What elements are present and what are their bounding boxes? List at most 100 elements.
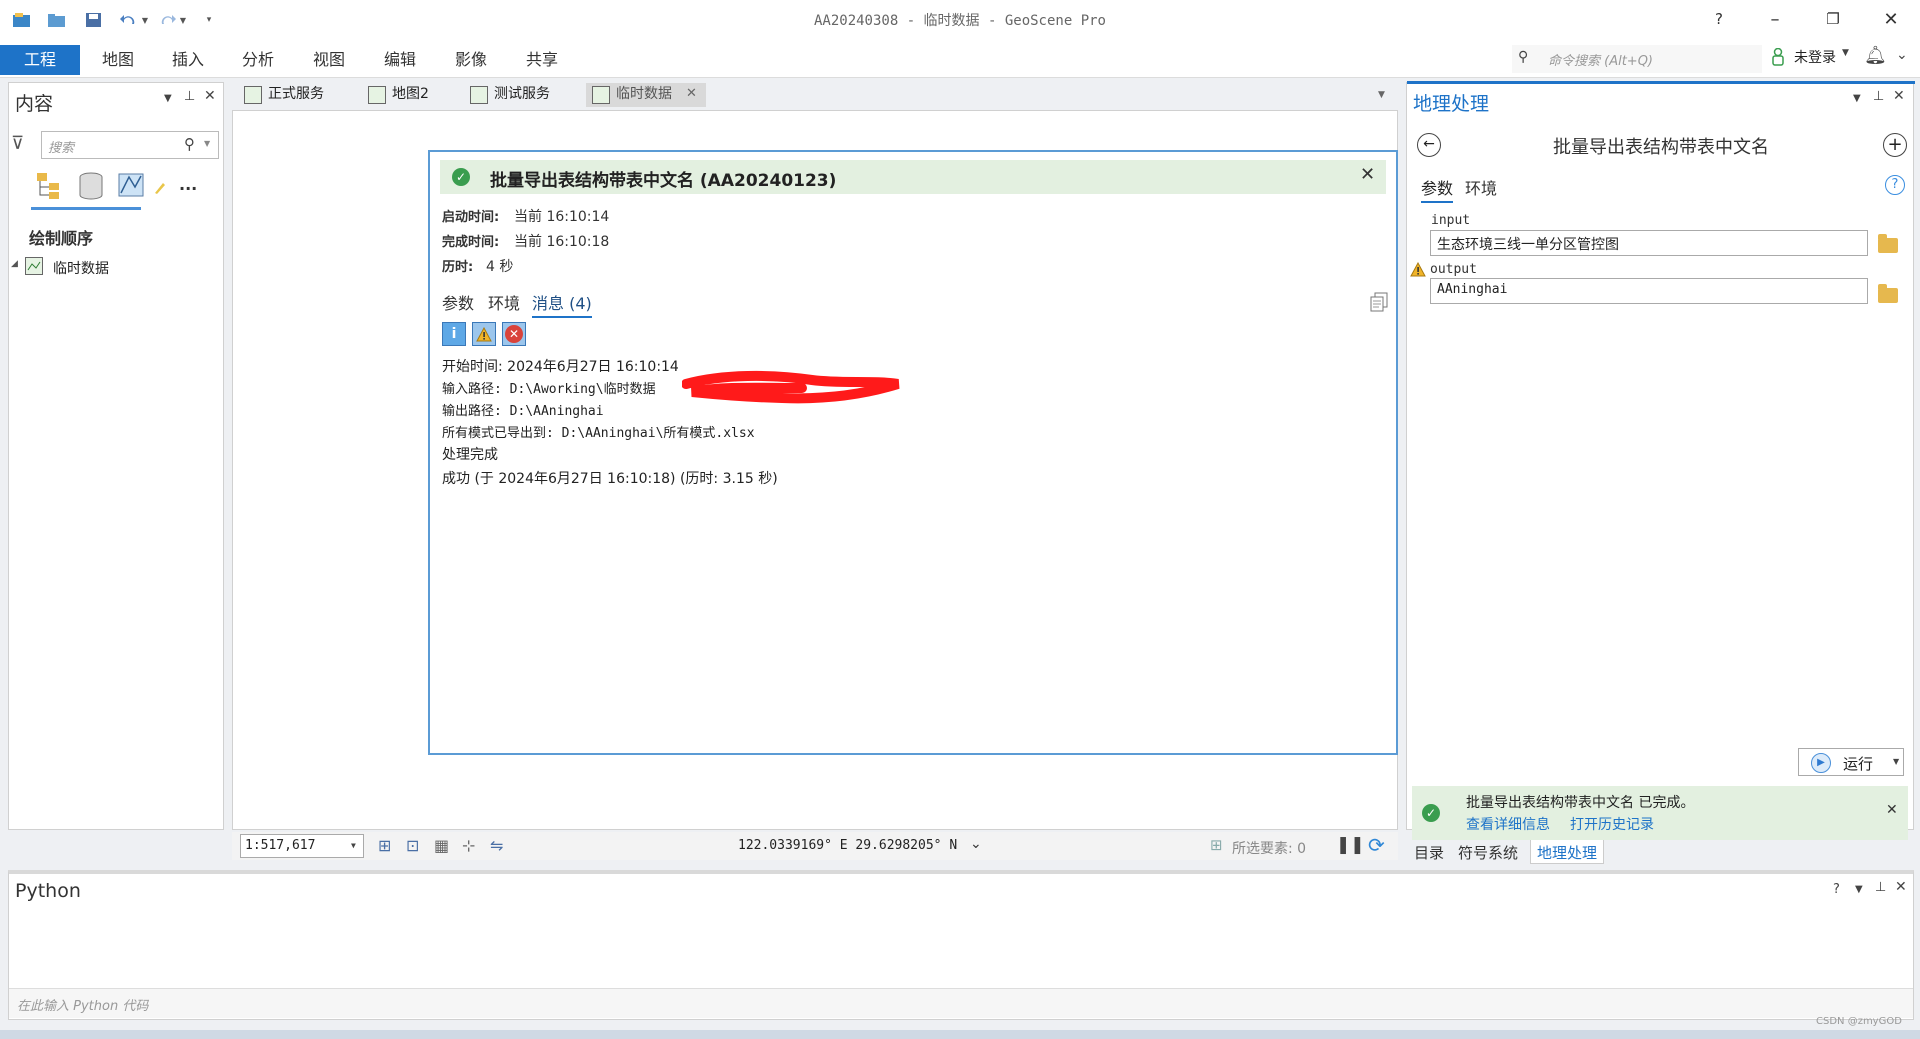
pane-options-icon[interactable]: ▼ [1855,884,1863,895]
filter-icon[interactable]: ⊽ [11,133,24,154]
ribbon: 工程 地图 插入 分析 视图 编辑 影像 共享 ⚲ 命令搜索 (Alt+Q) 未… [0,40,1920,78]
tab-symbology[interactable]: 符号系统 [1458,842,1518,863]
pane-options-icon[interactable]: ▼ [1853,93,1861,104]
command-search-input[interactable]: ⚲ 命令搜索 (Alt+Q) [1512,45,1762,73]
sign-in-button[interactable]: 未登录 [1794,47,1836,67]
error-filter-icon[interactable]: ✕ [502,322,526,346]
search-icon: ⚲ [1518,49,1529,65]
message-line: 成功 (于 2024年6月27日 16:10:18) (历时: 3.15 秒) [442,471,778,487]
run-dropdown-icon[interactable]: ▼ [1893,757,1899,766]
notification-bell-icon[interactable]: 🔔︎ [1864,45,1887,66]
tab-view[interactable]: 视图 [309,45,349,75]
list-by-editing-icon[interactable] [153,181,167,195]
expand-arrow-icon[interactable]: ◢ [11,259,18,269]
tab-edit[interactable]: 编辑 [380,45,420,75]
window-title: AA20240308 - 临时数据 - GeoScene Pro [813,13,1106,29]
pane-close-icon[interactable]: ✕ [1893,88,1905,104]
tool-name: 批量导出表结构带表中文名 [1553,137,1769,158]
list-by-drawing-order-icon[interactable] [35,171,63,201]
selected-features-icon: ⊞ [1210,836,1223,854]
pause-drawing-icon[interactable]: ❚❚ [1336,835,1365,855]
contents-title: 内容 [15,93,54,115]
open-history-link[interactable]: 打开历史记录 [1570,814,1654,834]
active-pane-indicator [1407,81,1915,84]
tabs-overflow-icon[interactable]: ▼ [1378,90,1385,100]
view-details-link[interactable]: 查看详细信息 [1466,814,1550,834]
pin-icon[interactable]: ⊥ [1873,89,1884,104]
tab-geoprocessing[interactable]: 地理处理 [1530,840,1605,864]
contents-pane: 内容 ▼ ⊥ ✕ ⊽ 搜索 ⚲ ▼ ... 绘制顺序 ◢ 临时数据 [8,82,224,830]
pane-options-icon[interactable]: ▼ [164,93,172,104]
banner-close-icon[interactable]: ✕ [1886,802,1898,818]
success-check-icon: ✓ [452,168,470,186]
contents-search-input[interactable]: 搜索 ⚲ ▼ [41,131,219,159]
tab-map[interactable]: 地图 [98,45,138,75]
tab-catalog[interactable]: 目录 [1414,842,1444,863]
python-help-icon[interactable]: ? [1833,882,1840,897]
pane-close-icon[interactable]: ✕ [1895,879,1907,895]
refresh-icon[interactable]: ⟳ [1368,833,1385,857]
geoprocessing-pane: 地理处理 ▼ ⊥ ✕ ← 批量导出表结构带表中文名 + 参数 环境 ? inpu… [1406,81,1915,830]
tab-imagery[interactable]: 影像 [451,45,491,75]
warning-filter-icon[interactable] [472,322,496,346]
completion-banner: ✓ 批量导出表结构带表中文名 已完成。 查看详细信息 打开历史记录 ✕ [1412,786,1908,840]
input-browse-folder-icon[interactable] [1878,234,1898,253]
message-line: 输出路径: D:\AAninghai [442,404,604,419]
dialog-tab-messages[interactable]: 消息 (4) [532,290,592,318]
tab-insert[interactable]: 插入 [168,45,208,75]
scale-ratio-icon[interactable]: ⊞ [378,836,391,855]
sign-in-dropdown-icon[interactable]: ▼ [1842,48,1849,58]
tab-label: 地图2 [392,86,429,102]
pin-icon[interactable]: ⊥ [184,89,195,104]
end-time-label: 完成时间: [442,235,500,250]
list-by-selection-icon[interactable] [117,171,145,201]
tab-analysis[interactable]: 分析 [238,45,278,75]
output-field[interactable]: AAninghai [1430,278,1868,304]
help-icon[interactable]: ? [1885,175,1905,195]
tab-test-service[interactable]: 测试服务 [464,83,550,107]
ribbon-collapse-icon[interactable]: ⌄ [1896,47,1908,63]
input-field[interactable]: 生态环境三线一单分区管控图 [1430,230,1868,256]
watermark: CSDN @zmyGOD [1816,1016,1902,1027]
message-line: 输入路径: D:\Aworking\临时数据 [442,382,656,397]
tab-temp-data[interactable]: 临时数据 ✕ [586,83,706,107]
elapsed-value: 4 秒 [486,259,514,275]
minimize-button[interactable]: – [1752,4,1798,34]
gp-tab-environments[interactable]: 环境 [1465,175,1497,199]
message-line: 所有模式已导出到: D:\AAninghai\所有模式.xlsx [442,426,755,441]
tab-close-icon[interactable]: ✕ [686,83,697,105]
tab-map2[interactable]: 地图2 [362,83,429,107]
help-button[interactable]: ? [1696,4,1742,34]
map-tab-icon [592,86,610,104]
gp-tab-parameters[interactable]: 参数 [1421,175,1454,203]
dialog-close-icon[interactable]: ✕ [1360,164,1375,185]
correction-icon[interactable]: ⇋ [490,836,503,855]
tab-project[interactable]: 工程 [0,45,80,75]
copy-messages-icon[interactable] [1370,292,1388,312]
add-tool-icon[interactable]: + [1883,133,1907,157]
pane-close-icon[interactable]: ✕ [204,88,216,104]
run-button[interactable]: ▶ 运行 ▼ [1798,748,1904,776]
output-browse-folder-icon[interactable] [1878,284,1898,303]
contents-search-dropdown-icon[interactable]: ▼ [204,139,210,148]
info-filter-icon[interactable]: i [442,322,466,346]
pin-icon[interactable]: ⊥ [1875,880,1886,895]
scale-selector[interactable]: 1:517,617 ▼ [240,834,364,858]
dialog-tab-environments[interactable]: 环境 [488,290,520,314]
tab-formal-service[interactable]: 正式服务 [238,83,324,107]
dialog-tab-parameters[interactable]: 参数 [442,290,474,314]
reference-scale-icon[interactable]: ⊡ [406,836,419,855]
geoprocessing-title: 地理处理 [1413,93,1490,115]
python-input[interactable]: 在此输入 Python 代码 [9,988,1913,1018]
more-options-icon[interactable]: ... [179,175,197,194]
layer-temp-data[interactable]: 临时数据 [53,258,109,278]
grid-icon[interactable]: ▦ [434,836,449,855]
close-button[interactable]: ✕ [1868,4,1914,34]
contents-search-placeholder: 搜索 [48,141,75,156]
restore-button[interactable]: ❐ [1810,4,1856,34]
snapping-icon[interactable]: ⊹ [462,836,475,855]
python-output-area [9,910,1913,986]
list-by-source-icon[interactable] [77,171,105,201]
tab-share[interactable]: 共享 [522,45,562,75]
coordinate-format-dropdown-icon[interactable]: ⌄ [970,836,982,852]
